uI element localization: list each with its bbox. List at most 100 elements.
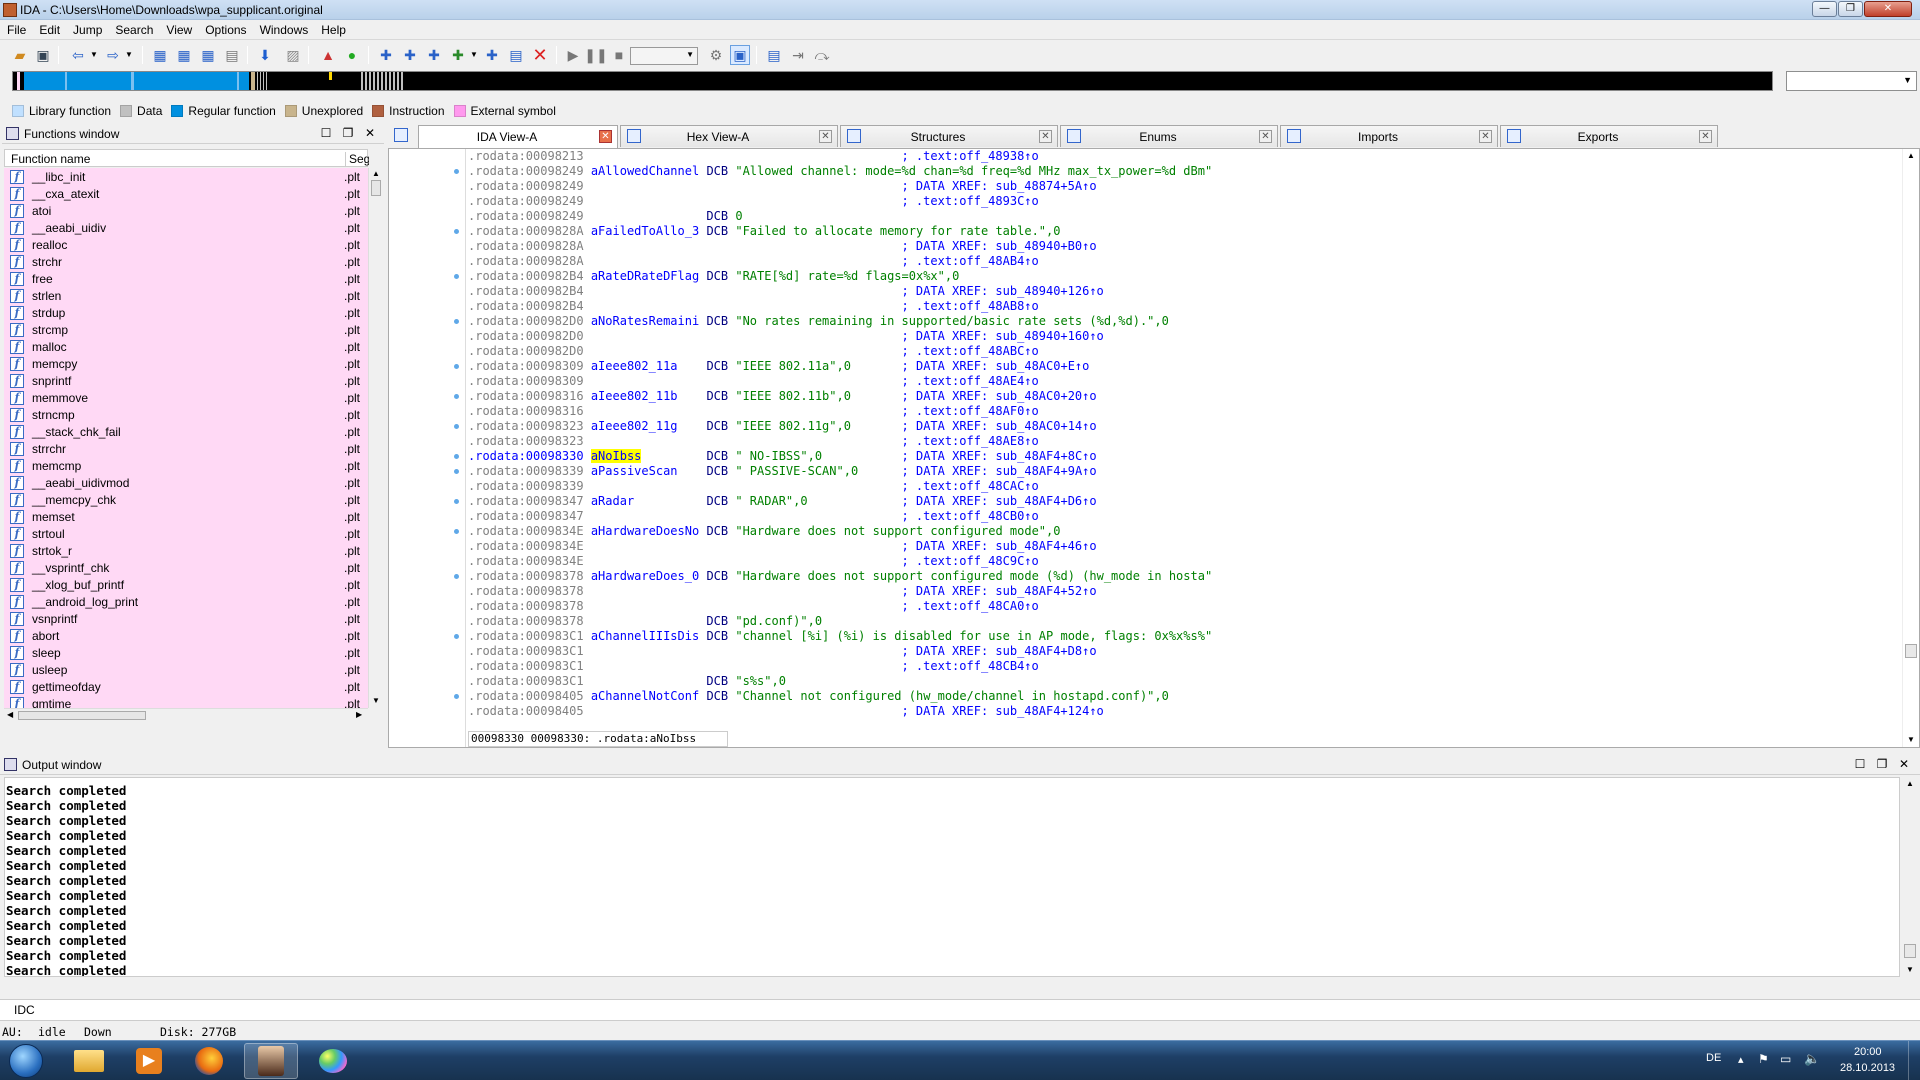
function-row[interactable]: f __cxa_atexit .plt	[4, 185, 368, 202]
listing-line[interactable]: .rodata:00098316 aIeee802_11b DCB "IEEE …	[468, 389, 1882, 404]
listing-line[interactable]: .rodata:00098378 aHardwareDoes_0 DCB "Ha…	[468, 569, 1882, 584]
run-script-icon[interactable]: ●	[342, 45, 362, 65]
ida-view-vscroll[interactable]: ▲ ▼	[1902, 149, 1919, 747]
listing-line[interactable]: .rodata:0009834E aHardwareDoesNo DCB "Ha…	[468, 524, 1882, 539]
listing-line[interactable]: .rodata:00098249 ; .text:off_4893C↑o	[468, 194, 1882, 209]
panel-float-icon[interactable]: ❐	[340, 125, 356, 141]
clock-time[interactable]: 20:00	[1854, 1046, 1882, 1058]
panel-restore-icon[interactable]: ☐	[318, 125, 334, 141]
idc-input[interactable]	[44, 1001, 1914, 1019]
taskbar-explorer[interactable]	[62, 1043, 116, 1079]
menu-search[interactable]: Search	[108, 20, 159, 40]
function-row[interactable]: f strcmp .plt	[4, 321, 368, 338]
functions-hscroll[interactable]: ◀ ▶	[4, 708, 368, 722]
graph-icon[interactable]: ▲	[318, 45, 338, 65]
listing-line[interactable]: .rodata:000983C1 ; .text:off_48CB4↑o	[468, 659, 1882, 674]
forward-dropdown-icon[interactable]: ▼	[119, 45, 139, 65]
search-binary-icon[interactable]: ▦	[150, 45, 170, 65]
function-row[interactable]: f strlen .plt	[4, 287, 368, 304]
line-label[interactable]: aNoRatesRemaini	[591, 314, 699, 328]
close-tab-icon[interactable]: ✕	[599, 130, 612, 143]
function-row[interactable]: f __stack_chk_fail .plt	[4, 423, 368, 440]
listing-line[interactable]: .rodata:000983C1 ; DATA XREF: sub_48AF4+…	[468, 644, 1882, 659]
listing-line[interactable]: .rodata:0009834E ; DATA XREF: sub_48AF4+…	[468, 539, 1882, 554]
functions-vscroll[interactable]: ▲ ▼	[368, 168, 382, 708]
tray-arrow-icon[interactable]: ▴	[1738, 1053, 1744, 1066]
menu-edit[interactable]: Edit	[32, 20, 66, 40]
add-struct-icon[interactable]: ✚	[424, 45, 444, 65]
listing-line[interactable]: .rodata:0009828A aFailedToAllo_3 DCB "Fa…	[468, 224, 1882, 239]
menu-help[interactable]: Help	[314, 20, 352, 40]
function-row[interactable]: f __memcpy_chk .plt	[4, 491, 368, 508]
listing-line[interactable]: .rodata:000983C1 DCB "s%s",0	[468, 674, 1882, 689]
edit-function-icon[interactable]: ✚	[400, 45, 420, 65]
function-row[interactable]: f memmove .plt	[4, 389, 368, 406]
taskbar-paint[interactable]	[306, 1043, 360, 1079]
tab-ida-view-a[interactable]: IDA View-A ✕	[418, 125, 618, 148]
listing-line[interactable]: .rodata:00098316 ; .text:off_48AF0↑o	[468, 404, 1882, 419]
create-function-icon[interactable]: ✚	[376, 45, 396, 65]
close-tab-icon[interactable]: ✕	[1479, 130, 1492, 143]
function-row[interactable]: f strtoul .plt	[4, 525, 368, 542]
line-label[interactable]: aHardwareDoesNo	[591, 524, 699, 538]
close-tab-icon[interactable]: ✕	[1699, 130, 1712, 143]
function-row[interactable]: f __xlog_buf_printf .plt	[4, 576, 368, 593]
menu-jump[interactable]: Jump	[66, 20, 108, 40]
taskbar-ida[interactable]	[244, 1043, 298, 1079]
function-row[interactable]: f sleep .plt	[4, 644, 368, 661]
hscroll-thumb[interactable]	[18, 711, 146, 720]
scroll-right-icon[interactable]: ▶	[356, 710, 362, 719]
volume-icon[interactable]: 🔈	[1804, 1051, 1820, 1067]
output-vscroll[interactable]: ▲ ▼	[1902, 777, 1918, 977]
listing-line[interactable]: .rodata:00098378 DCB "pd.conf)",0	[468, 614, 1882, 629]
close-tab-icon[interactable]: ✕	[1259, 130, 1272, 143]
listing-line[interactable]: .rodata:0009828A ; DATA XREF: sub_48940+…	[468, 239, 1882, 254]
panel-float-icon[interactable]: ❐	[1874, 756, 1890, 772]
step-over-icon[interactable]: ⤼	[812, 45, 832, 65]
open-file-icon[interactable]: ▰	[10, 45, 30, 65]
listing-line[interactable]: .rodata:00098339 aPassiveScan DCB " PASS…	[468, 464, 1882, 479]
attach-icon[interactable]: ⚙	[706, 45, 726, 65]
scroll-up-icon[interactable]: ▲	[1906, 779, 1914, 788]
listing-line[interactable]: .rodata:00098378 ; .text:off_48CA0↑o	[468, 599, 1882, 614]
line-label[interactable]: aHardwareDoes_0	[591, 569, 699, 583]
line-label[interactable]: aIeee802_11a	[591, 359, 678, 373]
menu-file[interactable]: File	[0, 20, 32, 40]
listing-line[interactable]: .rodata:000983C1 aChannelIIIsDis DCB "ch…	[468, 629, 1882, 644]
function-row[interactable]: f __vsprintf_chk .plt	[4, 559, 368, 576]
tab-hex-view-a[interactable]: Hex View-A ✕	[620, 125, 838, 147]
function-row[interactable]: f __android_log_print .plt	[4, 593, 368, 610]
listing-line[interactable]: .rodata:00098347 ; .text:off_48CB0↑o	[468, 509, 1882, 524]
panel-close-icon[interactable]: ✕	[362, 125, 378, 141]
function-row[interactable]: f memcpy .plt	[4, 355, 368, 372]
scroll-thumb[interactable]	[1905, 644, 1917, 658]
xref-icon[interactable]: ✚	[482, 45, 502, 65]
search-text-icon[interactable]: ▦	[174, 45, 194, 65]
taskbar-firefox[interactable]	[182, 1043, 236, 1079]
function-row[interactable]: f atoi .plt	[4, 202, 368, 219]
start-debug-icon[interactable]: ▶	[563, 45, 583, 65]
listing-line[interactable]: .rodata:00098330 aNoIbss DCB " NO-IBSS",…	[468, 449, 1882, 464]
listing-line[interactable]: .rodata:00098339 ; .text:off_48CAC↑o	[468, 479, 1882, 494]
listing-line[interactable]: .rodata:0009828A ; .text:off_48AB4↑o	[468, 254, 1882, 269]
maximize-button[interactable]: ❐	[1838, 1, 1863, 17]
line-label[interactable]: aPassiveScan	[591, 464, 678, 478]
idc-command-bar[interactable]: IDC	[0, 999, 1920, 1021]
function-row[interactable]: f memcmp .plt	[4, 457, 368, 474]
function-row[interactable]: f abort .plt	[4, 627, 368, 644]
scroll-left-icon[interactable]: ◀	[7, 710, 13, 719]
listing-line[interactable]: .rodata:000982D0 ; DATA XREF: sub_48940+…	[468, 329, 1882, 344]
back-dropdown-icon[interactable]: ▼	[84, 45, 104, 65]
show-desktop-button[interactable]	[1908, 1041, 1920, 1080]
patch-icon[interactable]: ▤	[506, 45, 526, 65]
listing-line[interactable]: .rodata:00098309 ; .text:off_48AE4↑o	[468, 374, 1882, 389]
function-row[interactable]: f free .plt	[4, 270, 368, 287]
function-row[interactable]: f malloc .plt	[4, 338, 368, 355]
line-label[interactable]: aRadar	[591, 494, 634, 508]
listing-line[interactable]: .rodata:00098405 ; DATA XREF: sub_48AF4+…	[468, 704, 1882, 719]
line-label[interactable]: aNoIbss	[590, 449, 642, 463]
stop-debug-icon[interactable]: ■	[609, 45, 629, 65]
line-label[interactable]: aRateDRateDFlag	[591, 269, 699, 283]
listing-line[interactable]: .rodata:00098213 ; .text:off_48938↑o	[468, 149, 1882, 164]
function-row[interactable]: f gmtime .plt	[4, 695, 368, 708]
